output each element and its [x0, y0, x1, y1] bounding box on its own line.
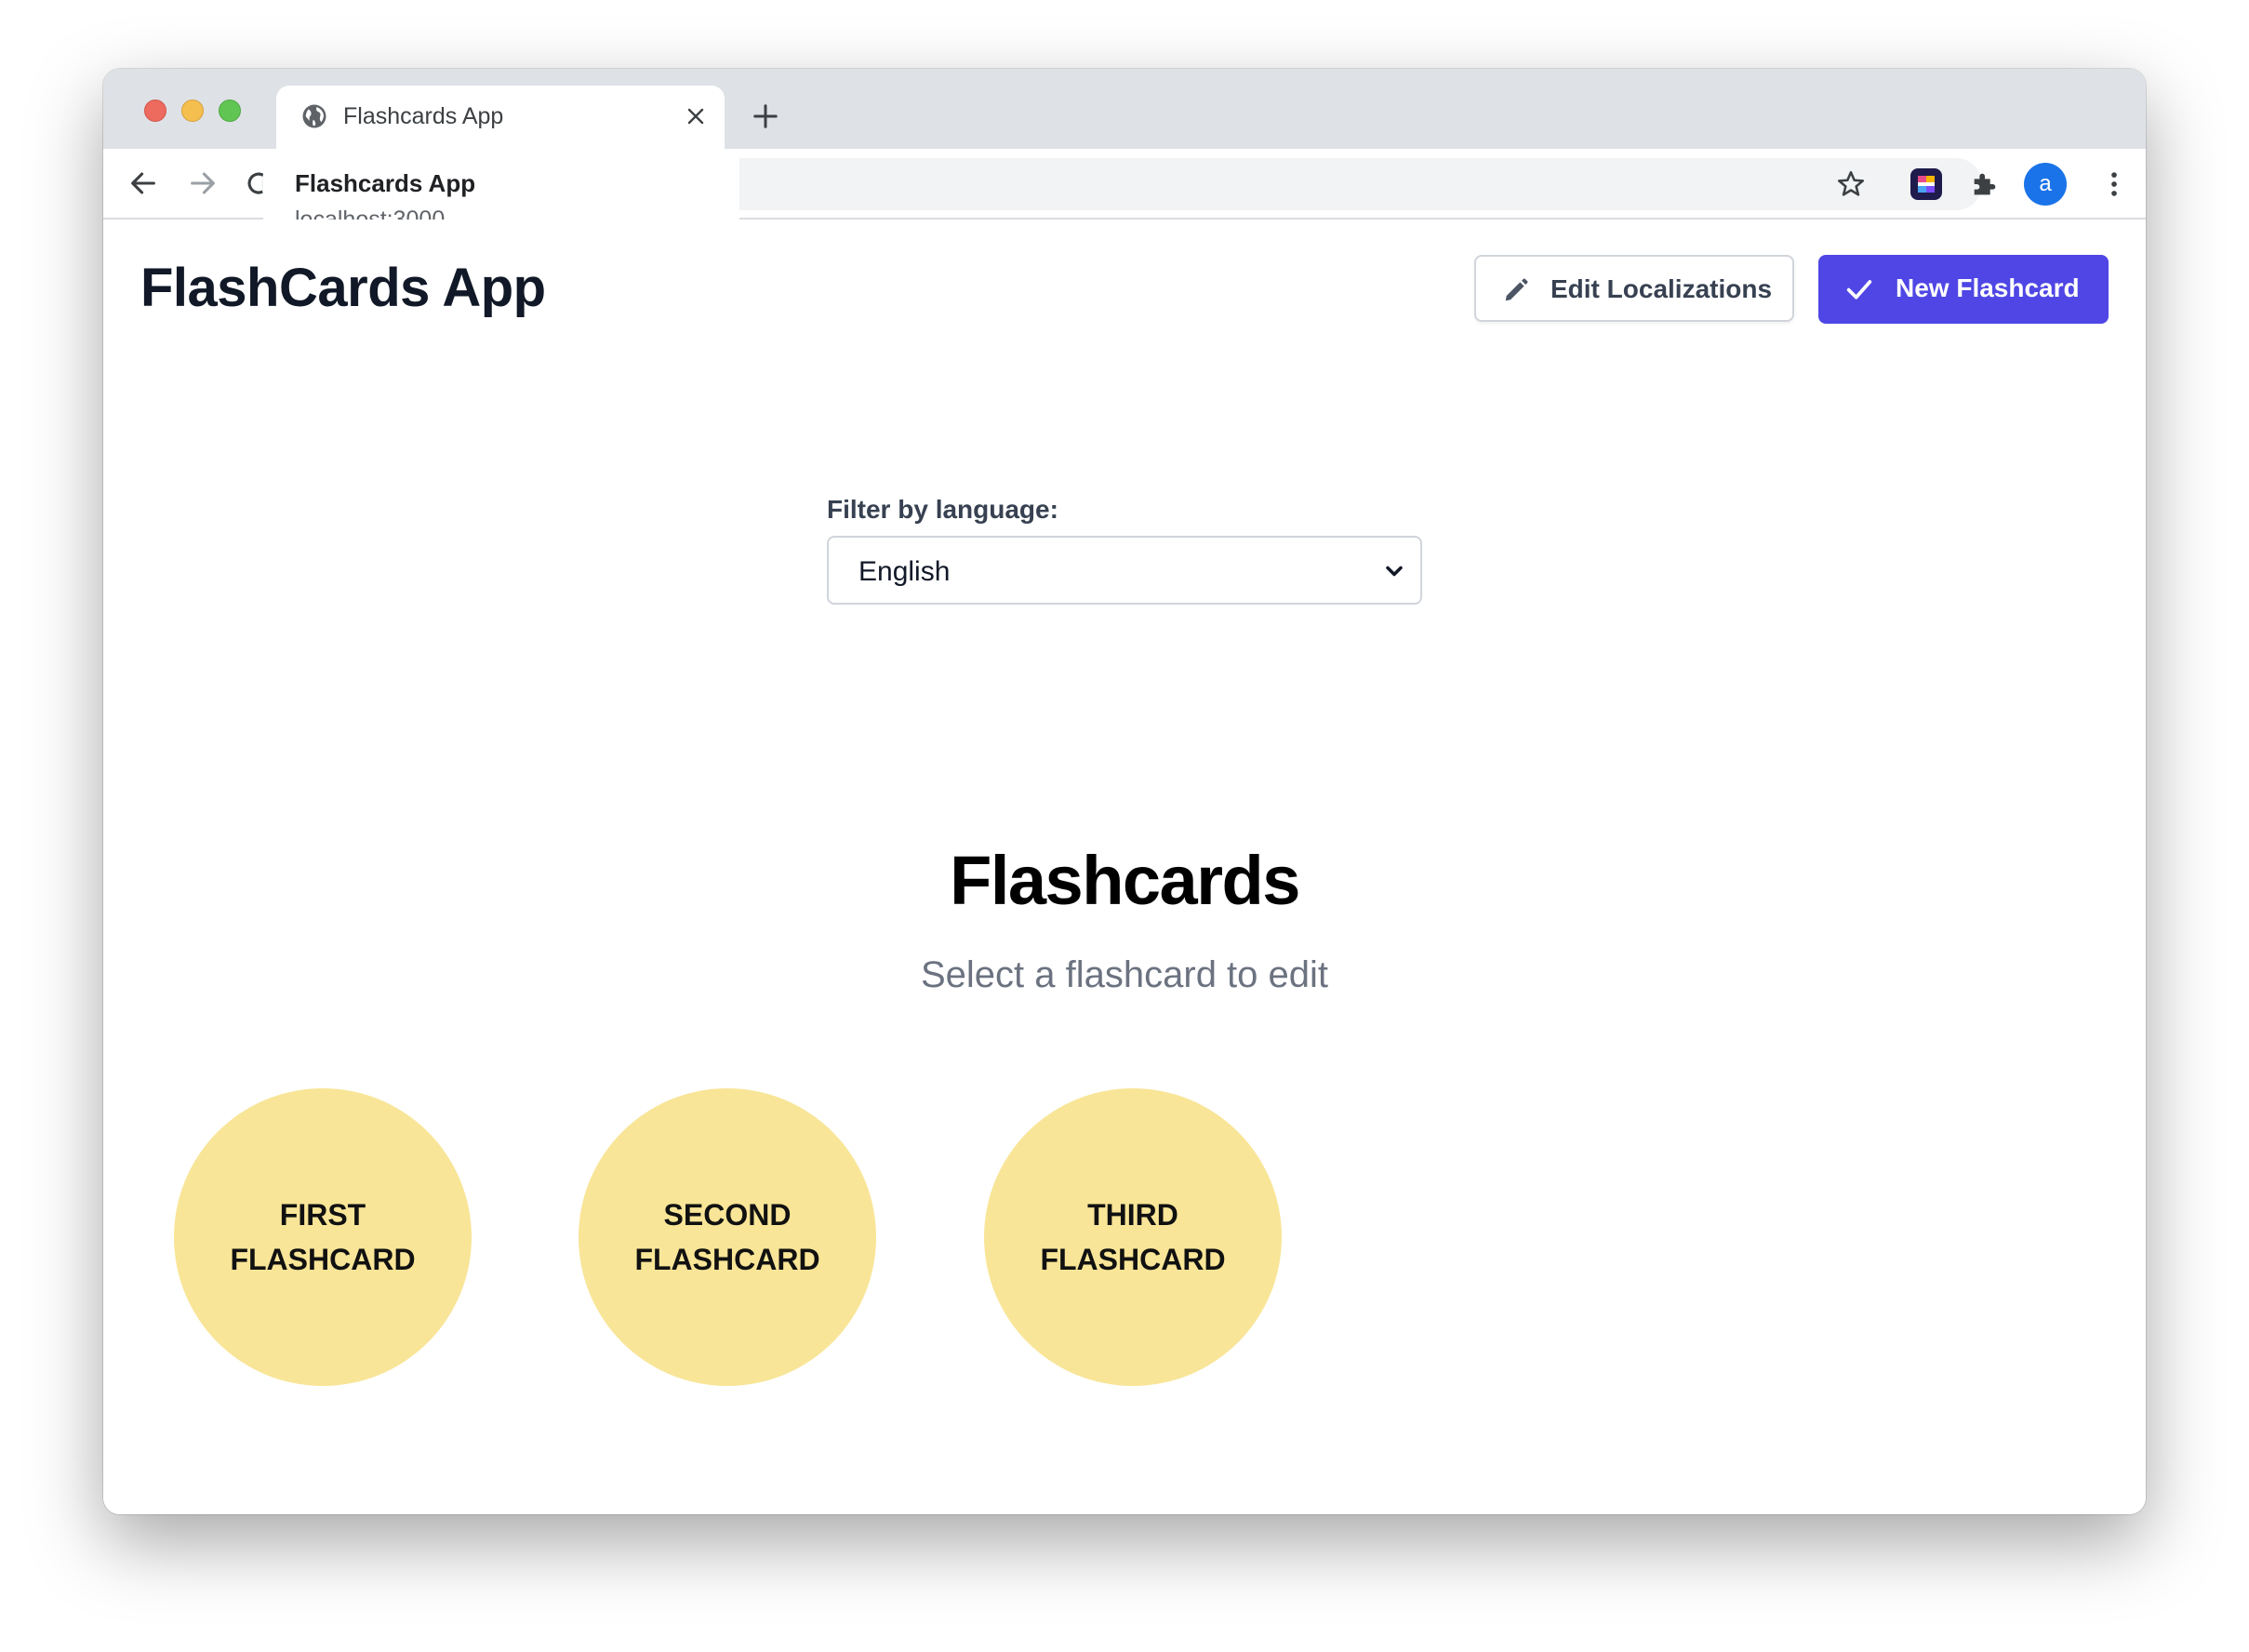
edit-localizations-button[interactable]: Edit Localizations [1474, 255, 1794, 322]
language-select[interactable]: English [827, 536, 1422, 605]
browser-tab[interactable]: Flashcards App [276, 86, 725, 149]
maximize-window-button[interactable] [219, 100, 241, 122]
page-heading: Flashcards [950, 842, 1300, 919]
star-icon[interactable] [1835, 168, 1867, 200]
flashcard-label: THIRD FLASHCARD [1040, 1198, 1226, 1276]
close-icon[interactable] [685, 105, 707, 127]
tab-title: Flashcards App [343, 103, 504, 129]
flashcard-first[interactable]: FIRST FLASHCARD [174, 1088, 472, 1386]
flashcard-third[interactable]: THIRD FLASHCARD [984, 1088, 1282, 1386]
app-title: FlashCards App [140, 258, 546, 318]
page-content: FlashCards App Edit Localizations New Fl… [103, 220, 2146, 1514]
flashcard-label: FIRST FLASHCARD [230, 1198, 416, 1276]
new-flashcard-label: New Flashcard [1896, 273, 2080, 302]
flashcard-label: SECOND FLASHCARD [634, 1198, 820, 1276]
check-icon [1846, 280, 1872, 300]
minimize-window-button[interactable] [181, 100, 204, 122]
plus-icon[interactable] [752, 102, 779, 130]
extension-icon[interactable] [1910, 168, 1942, 200]
pencil-icon [1505, 278, 1528, 301]
language-select-value: English [858, 556, 951, 587]
profile-avatar[interactable]: a [2024, 163, 2067, 206]
close-window-button[interactable] [144, 100, 166, 122]
extension-logo-icon [1918, 176, 1935, 193]
hover-card-title: Flashcards App [295, 169, 476, 197]
chevron-down-icon [1386, 566, 1403, 577]
forward-arrow-icon[interactable] [187, 167, 219, 199]
browser-window: Flashcards App a Flashcards App FlashCar… [103, 69, 2146, 1514]
globe-icon [302, 104, 326, 128]
page-subheading: Select a flashcard to edit [920, 954, 1329, 995]
filter-label: Filter by language: [827, 495, 1058, 524]
puzzle-icon[interactable] [1969, 168, 2001, 200]
back-arrow-icon[interactable] [127, 167, 159, 199]
edit-localizations-label: Edit Localizations [1550, 274, 1773, 303]
new-flashcard-button[interactable]: New Flashcard [1818, 255, 2109, 324]
tab-strip: Flashcards App [103, 69, 2146, 149]
kebab-menu-icon[interactable] [2098, 168, 2130, 200]
flashcard-second[interactable]: SECOND FLASHCARD [579, 1088, 876, 1386]
